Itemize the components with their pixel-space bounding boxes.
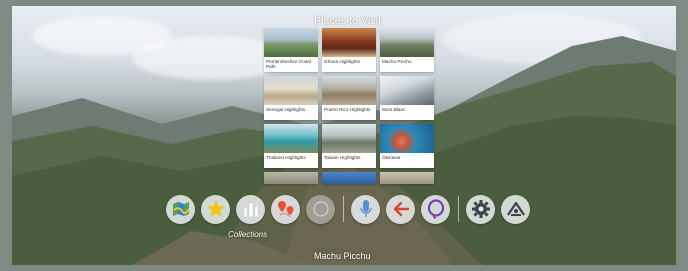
place-card-partial[interactable] xyxy=(264,172,318,184)
map-button[interactable] xyxy=(166,194,195,224)
collections-label: Collections xyxy=(228,230,268,239)
place-label: Mont Blanc xyxy=(382,107,406,112)
place-label: Puerto Rico Highlights xyxy=(324,107,371,112)
place-thumbnail xyxy=(380,28,434,57)
favorites-button[interactable] xyxy=(201,194,230,224)
place-label: Taiwan Highlights xyxy=(324,155,361,160)
gear-icon xyxy=(471,200,490,218)
place-card[interactable]: Puerto Rico Highlights xyxy=(322,76,376,120)
globe-button[interactable] xyxy=(306,194,335,224)
place-thumbnail xyxy=(264,76,318,105)
settings-button[interactable] xyxy=(466,194,495,224)
place-thumbnail xyxy=(380,124,434,153)
star-icon xyxy=(206,200,225,217)
place-card-partial[interactable] xyxy=(380,172,434,184)
place-card[interactable]: Ghana Highlights xyxy=(322,28,376,72)
collections-button[interactable] xyxy=(236,194,265,224)
place-thumbnail xyxy=(322,76,376,105)
microphone-icon xyxy=(359,200,372,217)
place-thumbnail xyxy=(380,76,434,105)
place-thumbnail xyxy=(264,28,318,57)
places-pin-icon xyxy=(277,201,293,218)
dock-divider xyxy=(458,196,459,222)
place-card[interactable]: Mont Blanc xyxy=(380,76,434,120)
globe-icon xyxy=(313,201,328,217)
back-button[interactable] xyxy=(386,194,415,224)
voice-search-button[interactable] xyxy=(351,194,380,224)
place-label: Ghana Highlights xyxy=(324,59,360,64)
place-label: Senegal Highlights xyxy=(266,107,306,112)
place-card[interactable]: Senegal Highlights xyxy=(264,76,318,120)
place-card[interactable]: Machu Picchu xyxy=(380,28,434,72)
place-label: Okinawa xyxy=(382,155,401,160)
place-card[interactable]: Pembrokeshire Coast Path xyxy=(264,28,318,72)
toolbar-dock xyxy=(166,193,536,225)
place-card[interactable]: Okinawa xyxy=(380,124,434,168)
pegman-icon xyxy=(506,201,525,216)
place-label: Machu Picchu xyxy=(382,59,412,64)
place-thumbnail xyxy=(322,28,376,57)
place-thumbnail xyxy=(264,124,318,153)
lasso-icon xyxy=(427,199,444,219)
place-card[interactable]: Thailand Highlights xyxy=(264,124,318,168)
pegman-button[interactable] xyxy=(501,194,530,224)
places-button[interactable] xyxy=(271,194,300,224)
back-arrow-icon xyxy=(393,201,409,217)
panel-title: Places to Visit xyxy=(314,15,382,27)
places-grid: Pembrokeshire Coast Path Ghana Highlight… xyxy=(264,28,434,184)
current-location-name: Machu Picchu xyxy=(314,251,371,261)
collections-icon xyxy=(243,202,258,218)
place-card[interactable]: Taiwan Highlights xyxy=(322,124,376,168)
place-label: Pembrokeshire Coast Path xyxy=(266,59,312,69)
place-label: Thailand Highlights xyxy=(266,155,306,160)
dock-divider xyxy=(343,196,344,222)
place-card-partial[interactable] xyxy=(322,172,376,184)
lasso-button[interactable] xyxy=(421,194,450,224)
map-icon xyxy=(172,202,190,216)
place-thumbnail xyxy=(322,124,376,153)
